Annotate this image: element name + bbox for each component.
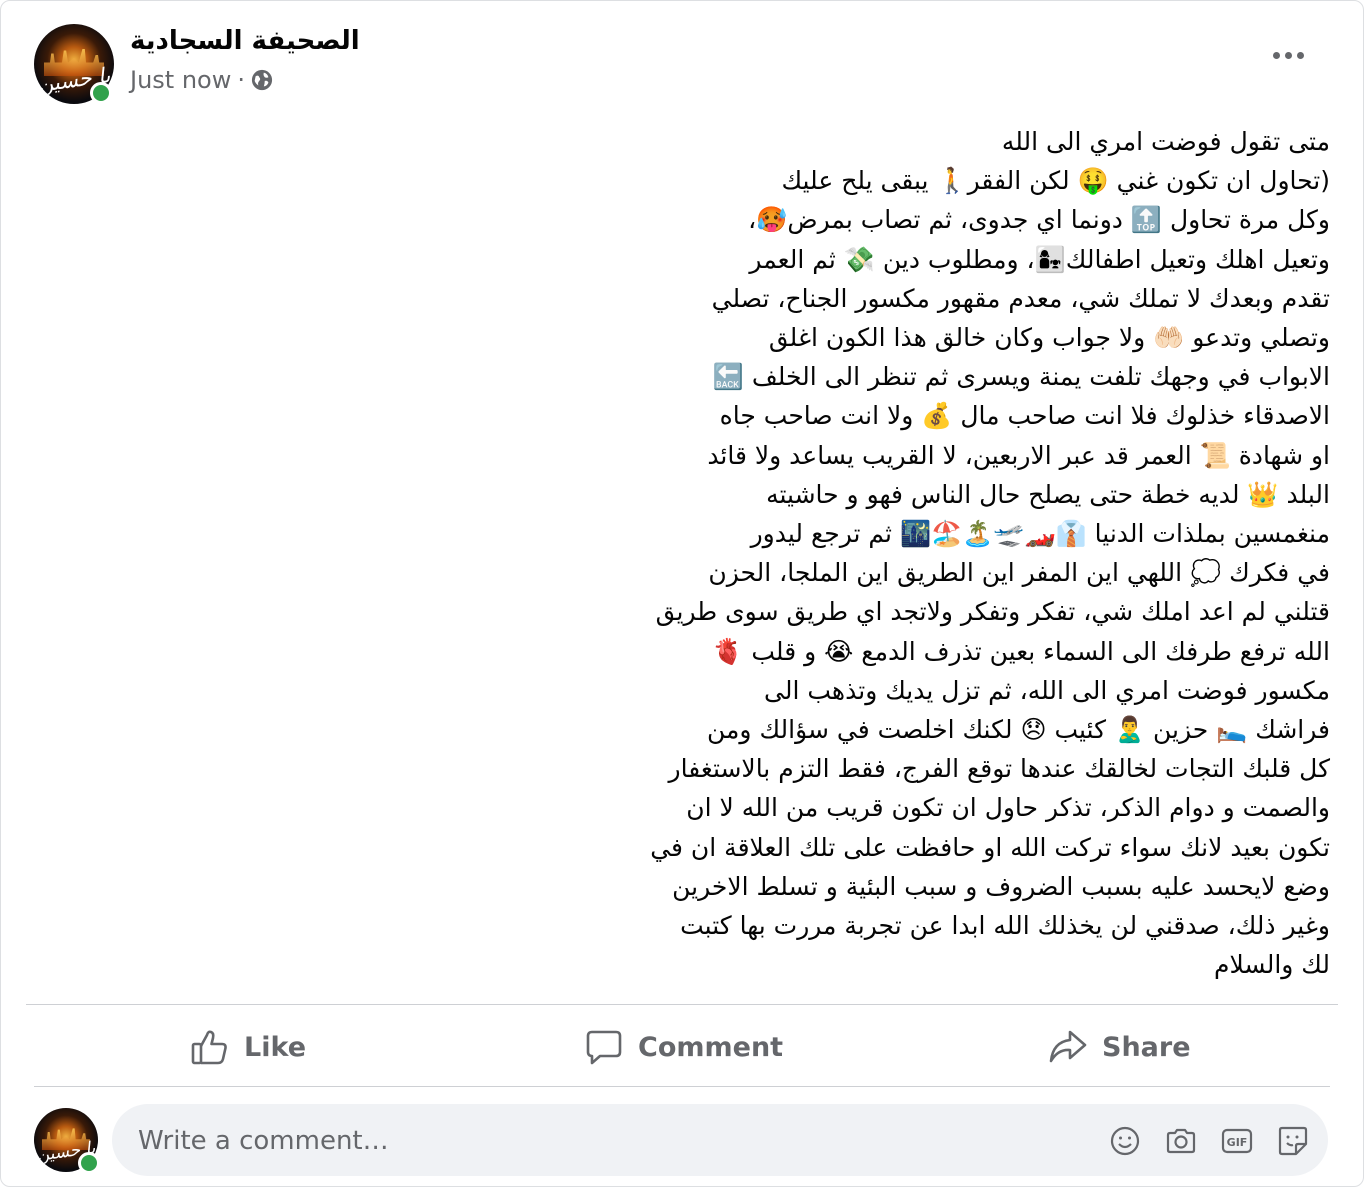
share-arrow-icon (1049, 1030, 1087, 1063)
more-options-icon[interactable] (1273, 52, 1304, 59)
post-meta: Just now · (130, 66, 273, 94)
camera-icon[interactable] (1164, 1124, 1198, 1158)
comment-button[interactable]: Comment (584, 1024, 783, 1070)
globe-icon[interactable] (251, 69, 273, 91)
like-label: Like (244, 1031, 307, 1063)
share-button[interactable]: Share (1048, 1024, 1191, 1070)
comment-composer: GIF (112, 1104, 1328, 1178)
actions-top-divider (26, 1004, 1338, 1005)
svg-text:GIF: GIF (1227, 1136, 1248, 1149)
sticker-icon[interactable] (1276, 1124, 1310, 1158)
post-timestamp[interactable]: Just now (130, 66, 231, 94)
thumbs-up-icon (191, 1030, 227, 1065)
like-button[interactable]: Like (190, 1024, 306, 1070)
smiley-icon[interactable] (1108, 1124, 1142, 1158)
page-name[interactable]: الصحيفة السجادية (130, 26, 360, 56)
comment-label: Comment (638, 1031, 784, 1063)
comment-input[interactable] (136, 1104, 1040, 1178)
gif-icon[interactable]: GIF (1220, 1124, 1254, 1158)
meta-separator: · (237, 66, 245, 94)
post-body: متى تقول فوضت امري الى الله (تحاول ان تك… (650, 127, 1330, 980)
online-status-icon (78, 1152, 100, 1174)
speech-bubble-icon (586, 1030, 622, 1065)
online-status-icon (90, 82, 112, 104)
actions-bottom-divider (34, 1086, 1330, 1087)
share-label: Share (1102, 1031, 1191, 1063)
